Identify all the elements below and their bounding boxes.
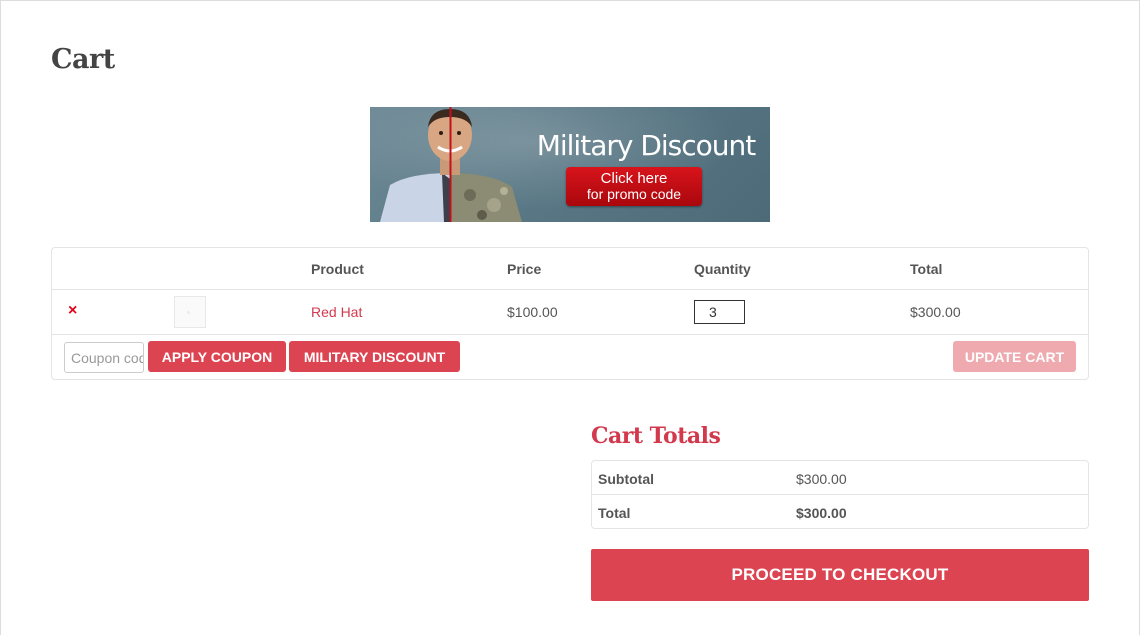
promo-code-button[interactable]: Click here for promo code: [566, 167, 702, 206]
update-cart-button[interactable]: Update Cart: [953, 341, 1076, 372]
page-title: Cart: [51, 44, 115, 75]
cart-table: Product Price Quantity Total × ◦ Red Hat…: [51, 247, 1089, 380]
promo-cta-line1: Click here: [600, 170, 668, 187]
table-row: × ◦ Red Hat $100.00 $300.00: [52, 290, 1088, 335]
header-price: Price: [507, 261, 542, 277]
quantity-input[interactable]: [694, 300, 745, 324]
cart-table-header: Product Price Quantity Total: [52, 248, 1088, 290]
header-product: Product: [311, 261, 364, 277]
banner-headline: Military Discount: [536, 129, 757, 162]
subtotal-label: Subtotal: [598, 471, 654, 487]
total-value: $300.00: [796, 505, 847, 521]
promo-cta-line2: for promo code: [586, 186, 682, 202]
total-row: Total $300.00: [592, 495, 1088, 529]
cart-totals-table: Subtotal $300.00 Total $300.00: [591, 460, 1089, 529]
soldier-civilian-image: [380, 107, 522, 222]
subtotal-value: $300.00: [796, 471, 847, 487]
item-price: $100.00: [507, 304, 558, 320]
remove-item-icon[interactable]: ×: [68, 302, 77, 320]
item-total: $300.00: [910, 304, 961, 320]
apply-coupon-button[interactable]: Apply Coupon: [148, 341, 286, 372]
cart-actions: Apply Coupon Military Discount Update Ca…: [52, 335, 1088, 380]
header-total: Total: [910, 261, 943, 277]
subtotal-row: Subtotal $300.00: [592, 461, 1088, 495]
proceed-to-checkout-button[interactable]: Proceed to Checkout: [591, 549, 1089, 601]
coupon-input[interactable]: [64, 342, 144, 373]
total-label: Total: [598, 505, 631, 521]
cart-totals-title: Cart Totals: [591, 423, 721, 449]
military-discount-button[interactable]: Military Discount: [289, 341, 460, 372]
product-thumbnail[interactable]: ◦: [174, 296, 206, 328]
header-quantity: Quantity: [694, 261, 751, 277]
placeholder-image-icon: ◦: [187, 308, 190, 317]
product-link[interactable]: Red Hat: [311, 304, 362, 320]
military-discount-banner[interactable]: Military Discount Click here for promo c…: [370, 107, 770, 222]
